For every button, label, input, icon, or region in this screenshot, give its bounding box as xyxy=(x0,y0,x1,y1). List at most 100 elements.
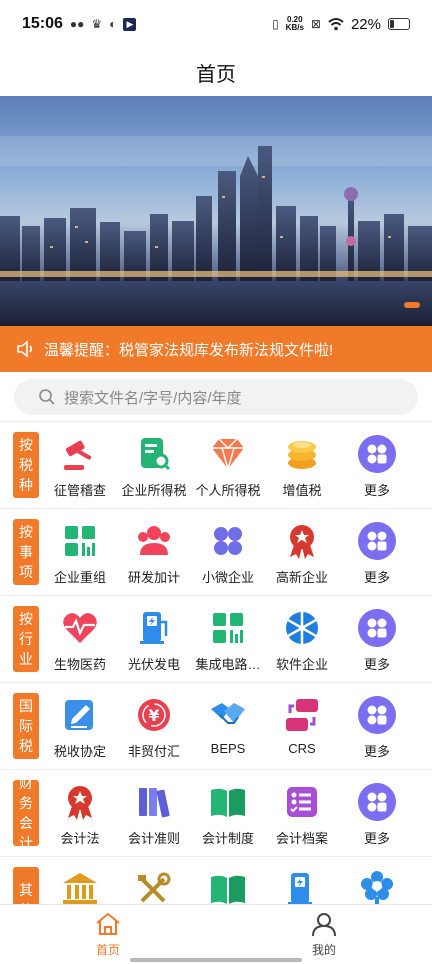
category-item[interactable]: 增值税 xyxy=(260,422,344,508)
team-icon xyxy=(134,521,174,561)
home-indicator[interactable] xyxy=(130,958,302,962)
chip-blocks-icon xyxy=(208,608,248,648)
svg-text:¥: ¥ xyxy=(148,706,159,725)
category-item-label: 会计档案 xyxy=(275,831,328,846)
category-item-label: 税收协定 xyxy=(53,744,106,759)
category-item-label: 软件企业 xyxy=(275,657,328,672)
bottom-tab-bar: 首页 我的 xyxy=(0,904,432,964)
banner-page-indicator[interactable] xyxy=(404,302,420,308)
category-item-label: 生物医药 xyxy=(53,657,106,672)
category-item[interactable]: 生物医药 xyxy=(38,596,122,682)
category-row: 财务会计 会计法 会计准则 会计制度 会计档案 更多 xyxy=(0,769,432,855)
app-notification-icon: ◐ xyxy=(109,17,117,31)
category-label: 财务会计 xyxy=(13,775,39,851)
sign-pen-icon xyxy=(60,695,100,735)
category-item[interactable]: 会计档案 xyxy=(260,770,344,856)
search-placeholder: 搜索文件名/字号/内容/年度 xyxy=(64,389,242,407)
more-apps-icon xyxy=(357,608,397,648)
category-item[interactable]: 企业重组 xyxy=(38,509,122,595)
yen-exchange-icon: ¥ xyxy=(134,695,174,735)
city-skyline-illustration xyxy=(0,136,432,326)
notice-bar[interactable]: 温馨提醒：税管家法规库发布新法规文件啦! xyxy=(0,326,432,372)
checklist-icon xyxy=(282,782,322,822)
charging-station-icon xyxy=(282,869,322,909)
category-item[interactable]: 集成电路… xyxy=(186,596,270,682)
app-badge-icon: ▶ xyxy=(123,17,137,31)
category-item-label: 更多 xyxy=(363,744,390,759)
category-item-label: 企业重组 xyxy=(53,570,106,585)
open-book-icon xyxy=(208,782,248,822)
exchange-arrows-icon xyxy=(282,695,322,735)
category-item[interactable]: 更多 xyxy=(335,596,419,682)
category-item-label: 更多 xyxy=(363,483,390,498)
grid-blocks-icon xyxy=(60,521,100,561)
banner-image[interactable] xyxy=(0,96,432,326)
more-apps-icon xyxy=(357,782,397,822)
category-item[interactable]: 企业所得税 xyxy=(112,422,196,508)
handshake-icon xyxy=(208,695,248,735)
category-item[interactable]: 会计制度 xyxy=(186,770,270,856)
crown-icon: ♛ xyxy=(91,17,103,31)
more-apps-icon xyxy=(357,521,397,561)
page-title: 首页 xyxy=(196,63,236,86)
category-item-label: 增值税 xyxy=(282,483,322,498)
wifi-icon xyxy=(328,18,344,31)
category-item[interactable]: 更多 xyxy=(335,509,419,595)
government-building-icon xyxy=(60,869,100,909)
status-bar: 15:06 ●● ♛ ◐ ▶ ▯ 0.20 KB/s ⊠ 22% xyxy=(0,0,432,48)
category-row: 国际税 税收协定 ¥ 非贸付汇 BEPS CRS 更多 xyxy=(0,682,432,768)
tab-home-label: 首页 xyxy=(95,943,120,957)
network-globe-icon xyxy=(282,608,322,648)
vibrate-icon: ▯ xyxy=(272,17,279,31)
category-item-label: 征管稽查 xyxy=(53,483,106,498)
charging-pile-icon xyxy=(134,608,174,648)
category-item-label: 光伏发电 xyxy=(127,657,180,672)
category-item[interactable]: 个人所得税 xyxy=(186,422,270,508)
category-label: 国际税 xyxy=(13,693,39,759)
tab-home[interactable]: 首页 xyxy=(68,911,148,958)
status-left: 15:06 ●● ♛ ◐ ▶ xyxy=(22,15,137,33)
category-item[interactable]: 会计准则 xyxy=(112,770,196,856)
tab-mine-label: 我的 xyxy=(311,943,336,957)
category-item[interactable]: 会计法 xyxy=(38,770,122,856)
battery-icon xyxy=(388,18,410,30)
books-icon xyxy=(134,782,174,822)
category-item-label: 会计准则 xyxy=(127,831,180,846)
category-item[interactable]: 税收协定 xyxy=(38,683,122,769)
category-item-label: 非贸付汇 xyxy=(127,744,180,759)
category-item-label: 更多 xyxy=(363,657,390,672)
category-item[interactable]: 更多 xyxy=(335,683,419,769)
category-item[interactable]: 高新企业 xyxy=(260,509,344,595)
status-time: 15:06 xyxy=(22,15,63,32)
category-item[interactable]: 更多 xyxy=(335,770,419,856)
tab-mine[interactable]: 我的 xyxy=(284,911,364,958)
category-item[interactable]: BEPS xyxy=(186,683,270,769)
more-apps-icon xyxy=(357,434,397,474)
clover-icon xyxy=(208,521,248,561)
tools-icon xyxy=(134,869,174,909)
category-item-label: 会计制度 xyxy=(201,831,254,846)
category-item-label: 更多 xyxy=(363,570,390,585)
category-item[interactable]: 小微企业 xyxy=(186,509,270,595)
category-item[interactable]: ¥ 非贸付汇 xyxy=(112,683,196,769)
medal-icon xyxy=(282,521,322,561)
search-input[interactable]: 搜索文件名/字号/内容/年度 xyxy=(14,379,418,415)
coins-icon xyxy=(282,434,322,474)
user-icon xyxy=(312,913,336,937)
category-item[interactable]: 研发加计 xyxy=(112,509,196,595)
category-item[interactable]: 更多 xyxy=(335,422,419,508)
wechat-icon: ●● xyxy=(69,17,85,31)
net-speed: 0.20 KB/s xyxy=(286,16,304,32)
category-item[interactable]: CRS xyxy=(260,683,344,769)
flower-icon xyxy=(357,869,397,909)
category-item[interactable]: 光伏发电 xyxy=(112,596,196,682)
category-item-label: CRS xyxy=(288,741,316,756)
search-icon xyxy=(39,389,55,405)
category-item-label: BEPS xyxy=(210,741,246,756)
notice-text: 温馨提醒：税管家法规库发布新法规文件啦! xyxy=(44,341,334,359)
category-item-label: 更多 xyxy=(363,831,390,846)
award-medal-icon xyxy=(60,782,100,822)
category-item[interactable]: 征管稽查 xyxy=(38,422,122,508)
category-item-label: 小微企业 xyxy=(201,570,254,585)
category-item[interactable]: 软件企业 xyxy=(260,596,344,682)
